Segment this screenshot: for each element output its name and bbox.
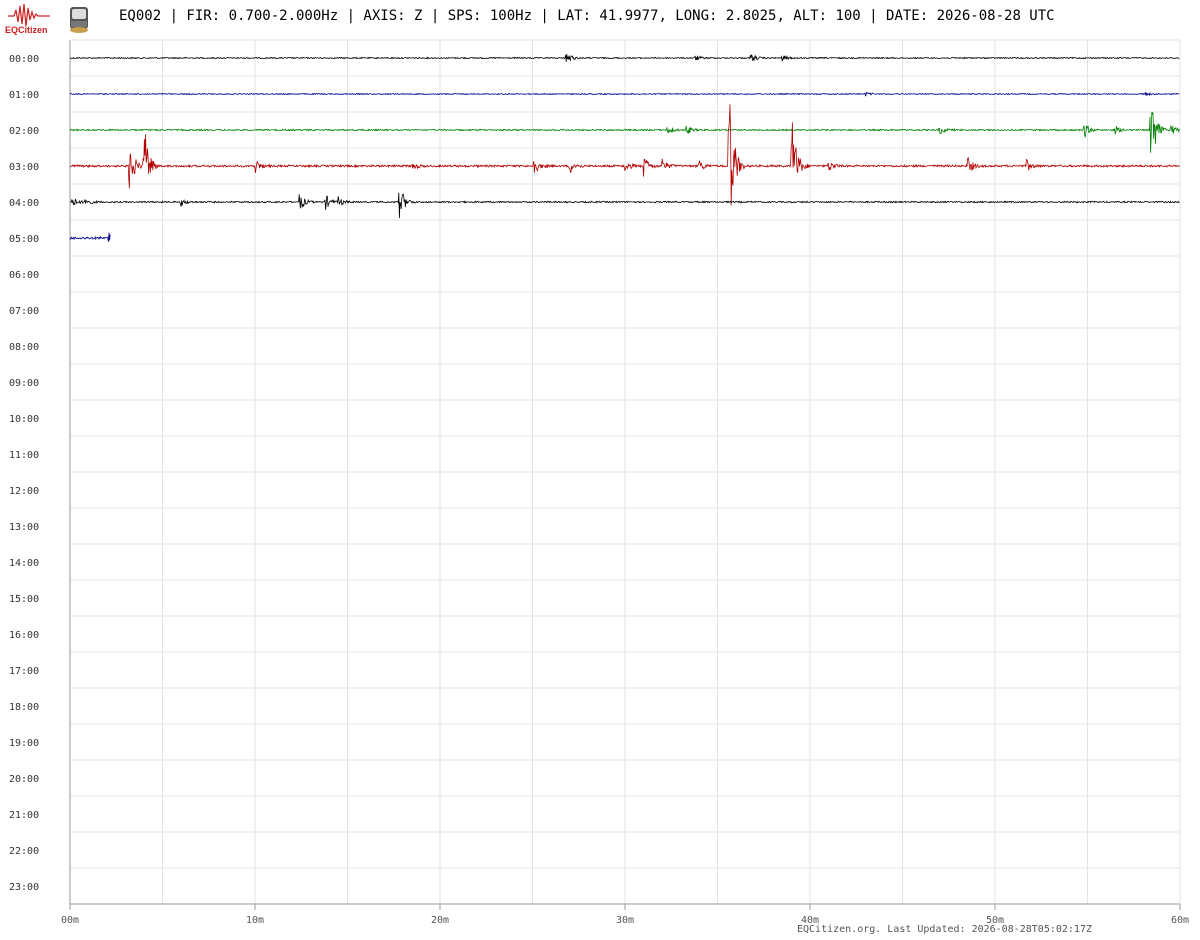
x-tick-label: 30m	[616, 915, 634, 926]
hour-label: 01:00	[9, 90, 39, 101]
helicorder-chart: 00:00 01:00 02:00 03:00 04:00 05:00 06:00 07:00…	[9, 39, 1189, 926]
hour-label: 07:00	[9, 306, 39, 317]
hour-label: 19:00	[9, 738, 39, 749]
x-tick-label: 60m	[1171, 915, 1189, 926]
hour-label: 15:00	[9, 594, 39, 605]
hour-label: 17:00	[9, 666, 39, 677]
hour-label: 16:00	[9, 630, 39, 641]
hour-label: 12:00	[9, 486, 39, 497]
hour-label: 21:00	[9, 810, 39, 821]
trace-0500	[69, 232, 111, 242]
hour-label: 00:00	[9, 54, 39, 65]
x-tick-label: 00m	[61, 915, 79, 926]
hour-label: 22:00	[9, 846, 39, 857]
hour-label: 18:00	[9, 702, 39, 713]
hour-label: 08:00	[9, 342, 39, 353]
hour-label: 03:00	[9, 162, 39, 173]
hour-label: 13:00	[9, 522, 39, 533]
hour-label: 10:00	[9, 414, 39, 425]
hour-label: 14:00	[9, 558, 39, 569]
hour-label: 02:00	[9, 126, 39, 137]
hour-label: 23:00	[9, 882, 39, 893]
x-tick-label: 10m	[246, 915, 264, 926]
hour-label: 06:00	[9, 270, 39, 281]
hour-label: 05:00	[9, 234, 39, 245]
hour-label: 11:00	[9, 450, 39, 461]
hour-label: 09:00	[9, 378, 39, 389]
hour-label: 20:00	[9, 774, 39, 785]
last-updated-text: EQCitizen.org. Last Updated: 2026-08-28T…	[796, 924, 1092, 935]
x-tick-label: 20m	[431, 915, 449, 926]
hour-label: 04:00	[9, 198, 39, 209]
